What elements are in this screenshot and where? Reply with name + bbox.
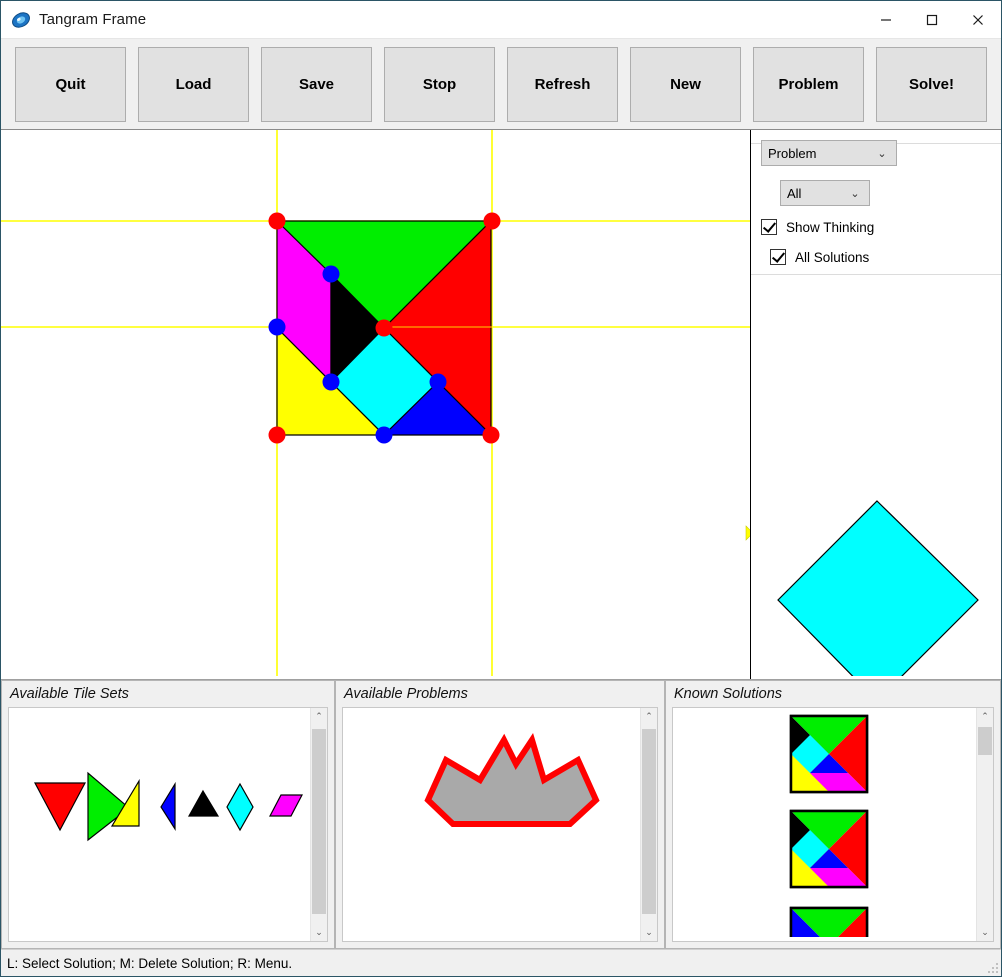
filter-select-value: All <box>787 185 802 201</box>
title-bar: Tangram Frame <box>1 1 1001 39</box>
solutions-body: ⌃ ⌄ <box>672 707 994 942</box>
bat-silhouette-problem <box>424 733 600 827</box>
problems-svg <box>424 733 600 827</box>
problems-content[interactable] <box>343 708 640 941</box>
minimize-button[interactable] <box>863 1 909 39</box>
scroll-up-icon[interactable]: ⌃ <box>977 708 993 725</box>
scroll-down-icon[interactable]: ⌄ <box>311 924 327 941</box>
scroll-up-icon[interactable]: ⌃ <box>641 708 657 725</box>
application-window: Tangram Frame Quit Load Save Stop Refres… <box>0 0 1002 977</box>
vertex-handle-red <box>482 426 500 444</box>
vertex-handle-blue <box>375 426 393 444</box>
solutions-scrollbar[interactable]: ⌃ ⌄ <box>976 708 993 941</box>
scroll-thumb[interactable] <box>642 728 656 915</box>
tile-sets-title: Available Tile Sets <box>2 681 334 707</box>
work-area: Problem ⌄ All ⌄ Show Thinking All Soluti… <box>1 130 1001 679</box>
cyan-diamond-preview <box>777 500 979 679</box>
solutions-panel: Known Solutions ⌃ ⌄ <box>665 680 1001 949</box>
new-button[interactable]: New <box>630 46 741 122</box>
scroll-track[interactable] <box>977 725 993 924</box>
red-down-triangle-tile <box>34 782 86 832</box>
vertex-handle-red <box>375 319 393 337</box>
status-text: L: Select Solution; M: Delete Solution; … <box>7 955 293 971</box>
stop-button[interactable]: Stop <box>384 46 495 122</box>
tangram-app-icon <box>11 10 31 30</box>
solution-thumbnail-3[interactable] <box>789 906 869 940</box>
quit-button[interactable]: Quit <box>15 46 126 122</box>
solutions-title: Known Solutions <box>666 681 1000 707</box>
problems-panel: Available Problems ⌃ ⌄ <box>335 680 665 949</box>
chevron-down-icon: ⌄ <box>850 187 860 200</box>
problem-button[interactable]: Problem <box>753 46 864 122</box>
filter-select[interactable]: All ⌄ <box>780 180 870 206</box>
scroll-track[interactable] <box>311 725 327 924</box>
window-title: Tangram Frame <box>39 11 147 28</box>
solutions-content[interactable] <box>673 708 976 941</box>
tile-sets-content[interactable] <box>9 708 310 941</box>
cyan-diamond-tile <box>226 782 254 832</box>
status-bar: L: Select Solution; M: Delete Solution; … <box>1 949 1001 976</box>
problems-title: Available Problems <box>336 681 664 707</box>
refresh-button[interactable]: Refresh <box>507 46 618 122</box>
close-button[interactable] <box>955 1 1001 39</box>
solve-button[interactable]: Solve! <box>876 46 987 122</box>
black-small-triangle-tile <box>187 789 220 817</box>
show-thinking-label: Show Thinking <box>786 219 875 235</box>
mode-select-value: Problem <box>768 145 817 161</box>
main-toolbar: Quit Load Save Stop Refresh New Problem … <box>1 39 1001 130</box>
tile-sets-panel: Available Tile Sets ⌃ ⌄ <box>1 680 335 949</box>
scroll-thumb[interactable] <box>312 728 326 915</box>
vertex-handle-blue <box>322 373 340 391</box>
load-button[interactable]: Load <box>138 46 249 122</box>
tile-set-row[interactable] <box>34 771 303 842</box>
scroll-down-icon[interactable]: ⌄ <box>641 924 657 941</box>
tangram-canvas[interactable] <box>1 130 751 679</box>
problems-body: ⌃ ⌄ <box>342 707 658 942</box>
blue-left-triangle-tile <box>160 781 176 832</box>
vertex-handle-blue <box>322 265 340 283</box>
panel-divider-bottom <box>751 274 1001 275</box>
checkbox-check-icon <box>761 219 777 235</box>
vertex-handle-red <box>268 212 286 230</box>
canvas-svg <box>1 130 750 676</box>
mode-select[interactable]: Problem ⌄ <box>761 140 897 166</box>
save-button[interactable]: Save <box>261 46 372 122</box>
all-solutions-checkbox[interactable]: All Solutions <box>770 249 869 265</box>
solutions-svg <box>789 714 869 940</box>
bottom-panels: Available Tile Sets ⌃ ⌄ Available Proble… <box>1 679 1001 949</box>
solution-thumbnail-1[interactable] <box>789 714 869 794</box>
scroll-track[interactable] <box>641 725 657 924</box>
all-solutions-label: All Solutions <box>795 249 870 265</box>
magenta-parallelogram-tile <box>269 794 303 817</box>
maximize-button[interactable] <box>909 1 955 39</box>
show-thinking-checkbox[interactable]: Show Thinking <box>761 219 874 235</box>
tile-sets-body: ⌃ ⌄ <box>8 707 328 942</box>
checkbox-check-icon <box>770 249 786 265</box>
green-right-triangle-tile <box>87 771 130 842</box>
vertex-handle-red <box>483 212 501 230</box>
scroll-thumb[interactable] <box>978 726 992 755</box>
chevron-down-icon: ⌄ <box>877 147 887 160</box>
vertex-handle-blue <box>268 318 286 336</box>
preview-svg <box>777 500 979 679</box>
tile-sets-scrollbar[interactable]: ⌃ ⌄ <box>310 708 327 941</box>
scroll-up-icon[interactable]: ⌃ <box>311 708 327 725</box>
side-control-panel: Problem ⌄ All ⌄ Show Thinking All Soluti… <box>751 130 1001 679</box>
window-controls <box>863 1 1001 39</box>
resize-grip-icon[interactable] <box>987 962 999 974</box>
piece-preview-area[interactable] <box>751 420 1001 679</box>
solution-thumbnail-2[interactable] <box>789 809 869 889</box>
tile-sets-svg <box>34 771 303 842</box>
scroll-down-icon[interactable]: ⌄ <box>977 924 993 941</box>
vertex-handle-red <box>268 426 286 444</box>
vertex-handle-blue <box>429 373 447 391</box>
problems-scrollbar[interactable]: ⌃ ⌄ <box>640 708 657 941</box>
